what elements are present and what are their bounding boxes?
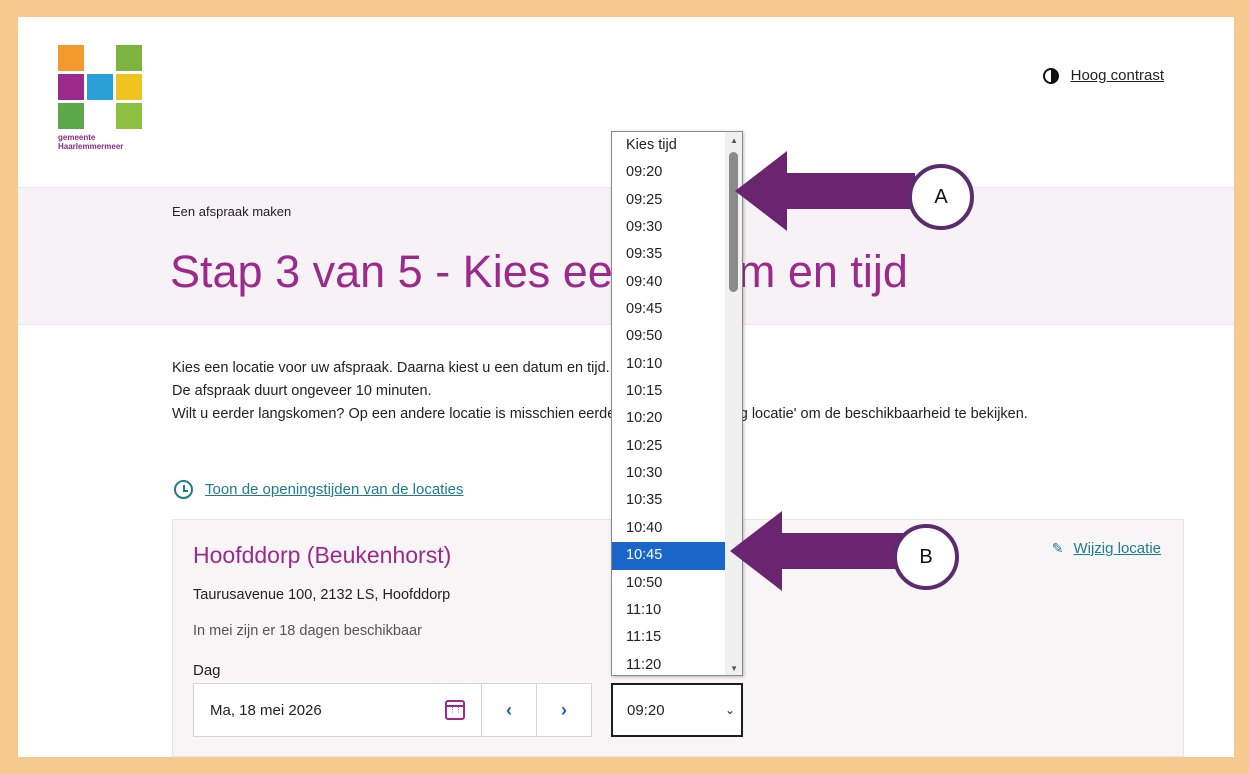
breadcrumb: Een afspraak maken [172,204,292,219]
time-option[interactable]: 09:25 [612,187,727,214]
time-option[interactable]: Kies tijd [612,132,727,159]
time-option[interactable]: 10:15 [612,378,727,405]
pencil-icon: ✎ [1051,540,1064,556]
change-location-button[interactable]: ✎ Wijzig locatie [1052,540,1161,557]
time-option[interactable]: 10:40 [612,515,727,542]
time-select-value: 09:20 [627,701,665,719]
location-availability: In mei zijn er 18 dagen beschikbaar [193,623,422,639]
callout-b-label: B [919,545,933,568]
time-dropdown-list[interactable]: Kies tijd 09:20 09:25 09:30 09:35 09:40 09:45 0… [611,131,743,676]
scroll-down-icon[interactable]: ▼ [730,664,738,673]
time-option[interactable]: 09:35 [612,241,727,268]
contrast-icon [1042,67,1059,84]
logo-tile [87,74,113,100]
time-option[interactable]: 10:50 [612,570,727,597]
time-option[interactable]: 09:45 [612,296,727,323]
annotation-callout-a: A [908,164,974,230]
time-option[interactable]: 10:10 [612,351,727,378]
page: gemeente Haarlemmermeer Hoog contrast Ee… [18,17,1234,757]
day-label: Dag [193,662,221,679]
time-option[interactable]: 10:20 [612,405,727,432]
time-select[interactable]: 09:20 ⌄ [611,683,743,737]
time-option[interactable]: 10:25 [612,433,727,460]
clock-icon [174,480,193,499]
high-contrast-toggle[interactable]: Hoog contrast [1042,67,1164,84]
time-option[interactable]: 09:50 [612,323,727,350]
logo-tile [87,45,113,71]
chevron-left-icon: ‹ [506,699,512,720]
opening-hours-toggle[interactable]: Toon de openingstijden van de locaties [174,480,464,499]
annotation-arrow-a [735,151,915,231]
time-option[interactable]: 09:40 [612,269,727,296]
logo-tile [58,74,84,100]
scroll-up-icon[interactable]: ▲ [730,136,738,145]
logo-tile [116,103,142,129]
calendar-icon[interactable] [445,700,467,720]
annotation-arrow-b [730,511,910,591]
time-option[interactable]: 11:10 [612,597,727,624]
chevron-down-icon: ⌄ [724,703,735,717]
time-option-selected[interactable]: 10:45 [612,542,727,570]
page-title: Stap 3 van 5 - Kies een datum en tijd [170,246,908,297]
logo-tile [58,45,84,71]
municipality-logo[interactable]: gemeente Haarlemmermeer [58,45,148,165]
previous-day-button[interactable]: ‹ [481,683,537,737]
chevron-right-icon: › [561,699,567,720]
time-option[interactable]: 11:15 [612,624,727,651]
time-option[interactable]: 10:30 [612,460,727,487]
change-location-link[interactable]: Wijzig locatie [1073,540,1161,557]
next-day-button[interactable]: › [536,683,592,737]
logo-text: gemeente Haarlemmermeer [58,133,124,151]
callout-a-label: A [934,185,948,208]
logo-mosaic [58,45,148,129]
date-value: Ma, 18 mei 2026 [210,701,322,719]
logo-tile [116,74,142,100]
logo-tile [58,103,84,129]
date-input[interactable]: Ma, 18 mei 2026 [193,683,482,737]
logo-tile [87,103,113,129]
opening-hours-link[interactable]: Toon de openingstijden van de locaties [205,481,464,498]
high-contrast-link[interactable]: Hoog contrast [1071,67,1164,84]
logo-tile [116,45,142,71]
location-name: Hoofddorp (Beukenhorst) [193,542,452,568]
time-option[interactable]: 11:20 [612,652,727,675]
location-address: Taurusavenue 100, 2132 LS, Hoofddorp [193,587,451,603]
annotation-callout-b: B [893,524,959,590]
time-option[interactable]: 10:35 [612,487,727,514]
time-option[interactable]: 09:30 [612,214,727,241]
time-options: Kies tijd 09:20 09:25 09:30 09:35 09:40 09:45 0… [612,132,742,675]
time-option[interactable]: 09:20 [612,159,727,186]
